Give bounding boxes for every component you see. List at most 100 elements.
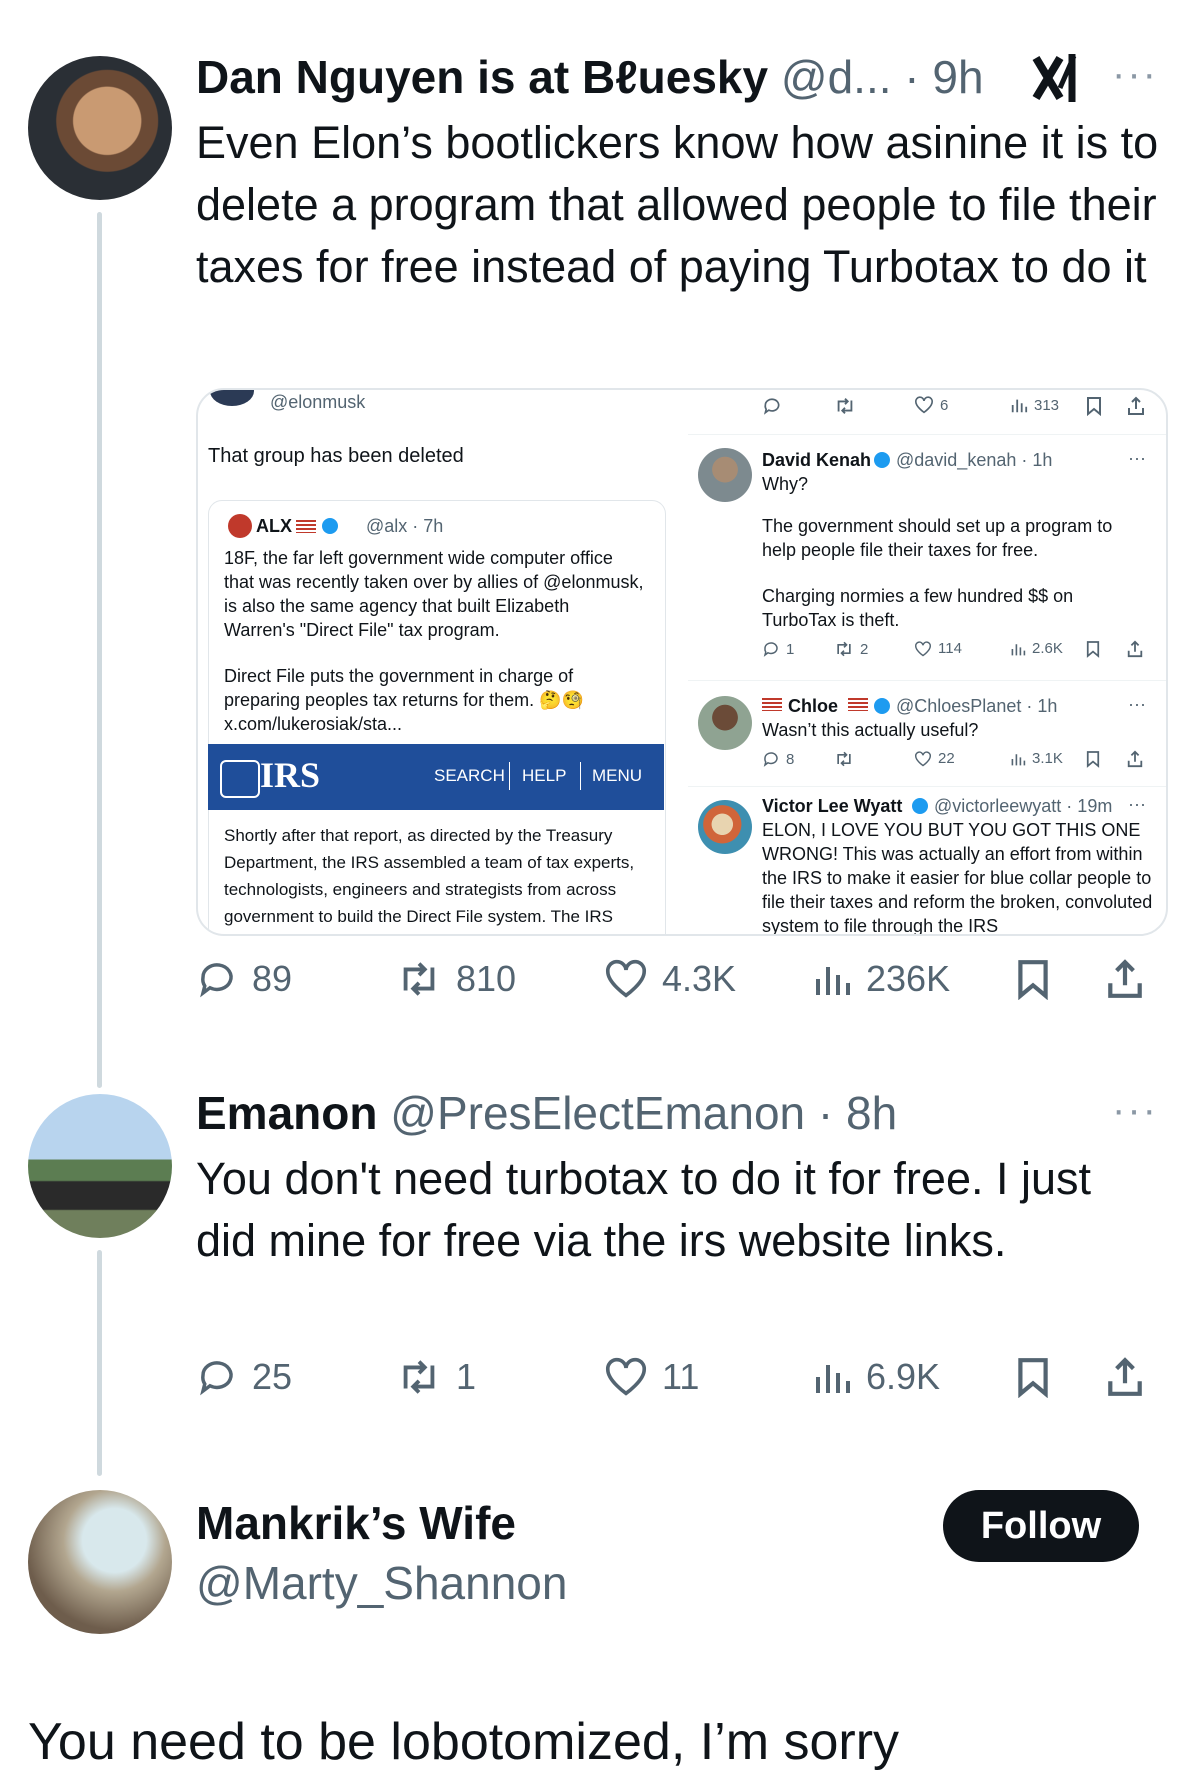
verified-icon (874, 452, 890, 468)
reply2-repost-icon (834, 750, 854, 768)
chloe-text: Wasn’t this actually useful? (762, 720, 979, 740)
alx-meta: @alx · 7h (366, 516, 444, 536)
reply2-replies-count: 8 (786, 750, 795, 768)
david-avatar (698, 448, 752, 502)
deleted-group-text: That group has been deleted (208, 445, 464, 467)
views-count: 6.9K (866, 1356, 941, 1397)
quote-para1: 18F, the far left government wide comput… (224, 548, 644, 640)
chloe-meta: @ChloesPlanet · 1h (896, 696, 1058, 716)
reply2-views: 3.1K (1010, 750, 1063, 767)
alx-avatar (228, 514, 252, 538)
irs-divider (580, 762, 581, 790)
quote-para2: Direct File puts the government in charg… (224, 666, 584, 710)
david-name: David Kenah (762, 450, 872, 470)
like-count: 4.3K (662, 958, 737, 999)
bookmark-button[interactable] (1016, 958, 1050, 1000)
handle-time[interactable]: @PresElectEmanon · 8h (390, 1087, 897, 1139)
irs-logo: IRS (260, 755, 321, 795)
tweet-header: Dan Nguyen is at Bℓuesky @d... · 9h (196, 50, 984, 104)
irs-article-text: Shortly after that report, as directed b… (224, 826, 635, 926)
top-reply-icon (762, 396, 782, 416)
verified-icon (912, 798, 928, 814)
follow-button[interactable]: Follow (943, 1490, 1139, 1562)
victor-meta: @victorleewyatt · 19m (934, 796, 1113, 816)
verified-icon (874, 698, 890, 714)
reply2-likes: 22 (914, 750, 955, 767)
more-options-icon[interactable]: ··· (1112, 52, 1158, 97)
irs-divider (509, 762, 510, 790)
irs-search: SEARCH (434, 766, 505, 785)
us-flag-icon (848, 698, 868, 711)
reply-count: 25 (252, 1356, 293, 1397)
tweet-text: You don't need turbotax to do it for fre… (196, 1153, 1092, 1266)
reply2-likes-count: 22 (938, 750, 955, 767)
author-handle[interactable]: @Marty_Shannon (196, 1556, 567, 1610)
irs-eagle-icon (220, 760, 260, 798)
reply1-reposts-count: 2 (860, 640, 869, 658)
embed-divider (688, 786, 1166, 787)
repost-count: 1 (456, 1356, 477, 1397)
top-views: 313 (1010, 396, 1059, 414)
reply-button[interactable]: 89 (196, 958, 292, 1000)
irs-banner: IRS SEARCH HELP MENU (208, 744, 664, 810)
like-button[interactable]: 4.3K (604, 958, 736, 1000)
reply1-likes: 114 (914, 640, 962, 657)
reply2-views-count: 3.1K (1032, 750, 1063, 767)
reply2-bookmark-icon (1086, 750, 1100, 768)
reply-count: 89 (252, 958, 293, 999)
us-flag-icon (762, 698, 782, 711)
reply-button[interactable]: 25 (196, 1356, 292, 1398)
verified-icon (322, 518, 338, 534)
david-line1: Why? (762, 474, 809, 494)
reply1-bookmark-icon (1086, 640, 1100, 658)
views-button[interactable]: 236K (812, 958, 950, 1000)
alx-name: ALX (256, 516, 292, 536)
quote-link: x.com/lukerosiak/sta... (224, 714, 403, 734)
david-line3: Charging normies a few hundred $$ on Tur… (762, 586, 1074, 630)
views-button[interactable]: 6.9K (812, 1356, 940, 1398)
reply1-views: 2.6K (1010, 640, 1063, 657)
like-count: 11 (662, 1356, 700, 1397)
top-share-icon (1126, 396, 1146, 416)
reply-more-icon: ··· (1128, 448, 1146, 468)
thread-line (97, 212, 102, 1088)
top-like-count: 6 (940, 396, 949, 414)
avatar-mankriks-wife[interactable] (28, 1490, 172, 1634)
reply2-share-icon (1126, 750, 1144, 768)
handle-time[interactable]: @d... · 9h (781, 51, 984, 103)
thread-line (97, 1250, 102, 1476)
victor-avatar (698, 800, 752, 854)
like-button[interactable]: 11 (604, 1356, 699, 1398)
chloe-avatar (698, 696, 752, 750)
reply-more-icon: ··· (1128, 694, 1146, 714)
reply1-likes-count: 114 (938, 640, 962, 657)
tweet1-actions: 89 810 4.3K 236K (196, 958, 1156, 1018)
david-meta: @david_kenah · 1h (896, 450, 1053, 470)
repost-count: 810 (456, 958, 517, 999)
repost-button[interactable]: 1 (396, 1356, 476, 1398)
reply-more-icon: ··· (1128, 794, 1146, 814)
repost-button[interactable]: 810 (396, 958, 516, 1000)
tweet-header: Emanon @PresElectEmanon · 8h (196, 1086, 897, 1140)
reply2-replies: 8 (762, 750, 794, 768)
embedded-image[interactable]: @elonmusk That group has been deleted AL… (196, 388, 1168, 936)
embed-top-handle: @elonmusk (270, 392, 366, 412)
share-button[interactable] (1104, 1356, 1146, 1398)
author-name[interactable]: Emanon (196, 1087, 377, 1139)
tweet-text: Even Elon’s bootlickers know how asinine… (196, 117, 1159, 292)
victor-name: Victor Lee Wyatt (762, 796, 903, 816)
author-name[interactable]: Dan Nguyen is at Bℓuesky (196, 51, 768, 103)
embed-divider (688, 680, 1166, 681)
avatar-dan[interactable] (28, 56, 172, 200)
bookmark-button[interactable] (1016, 1356, 1050, 1398)
share-button[interactable] (1104, 958, 1146, 1000)
more-options-icon[interactable]: ··· (1112, 1088, 1158, 1133)
author-name-text[interactable]: Mankrik’s Wife (196, 1497, 516, 1549)
chloe-name: Chloe (788, 696, 839, 716)
avatar-emanon[interactable] (28, 1094, 172, 1238)
x-logo-icon (1030, 48, 1090, 108)
david-line2: The government should set up a program t… (762, 516, 1113, 560)
reply1-views-count: 2.6K (1032, 640, 1063, 657)
top-like: 6 (914, 396, 948, 414)
views-count: 236K (866, 958, 951, 999)
